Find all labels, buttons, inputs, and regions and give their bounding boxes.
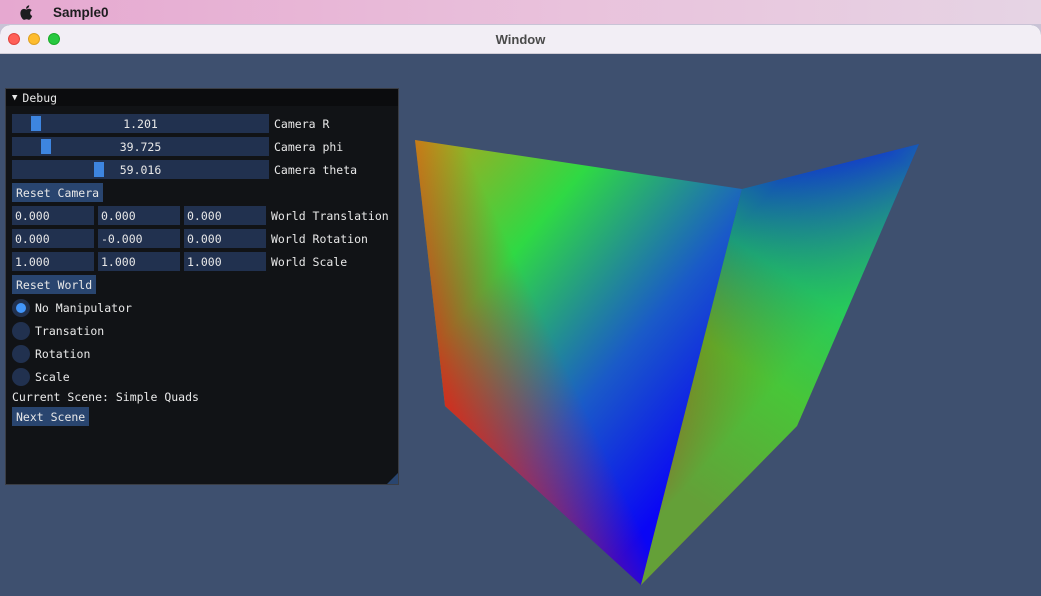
radio-label: Rotation [35, 346, 91, 361]
slider-value: 1.201 [123, 116, 158, 131]
camera-phi-slider[interactable]: 39.725 [12, 137, 269, 156]
slider-value: 59.016 [119, 162, 162, 177]
radio-button[interactable] [12, 298, 30, 317]
app-window: Window ▼ Debug 1.201 Camera R 39.725 Cam… [0, 25, 1041, 596]
world-rotation-row: 0.000 -0.000 0.000 World Rotation [12, 229, 368, 248]
collapse-triangle-icon[interactable]: ▼ [12, 93, 17, 103]
reset-world-button[interactable]: Reset World [12, 275, 97, 294]
radio-label: Scale [35, 369, 70, 384]
window-title: Window [495, 31, 546, 47]
radio-button[interactable] [12, 367, 30, 386]
translation-z-field[interactable]: 0.000 [184, 206, 266, 225]
vector-label: World Translation [271, 208, 389, 223]
window-titlebar[interactable]: Window [0, 25, 1041, 54]
camera-theta-slider[interactable]: 59.016 [12, 160, 269, 179]
scale-z-field[interactable]: 1.000 [184, 252, 266, 271]
debug-panel-title: Debug [22, 90, 58, 105]
apple-logo-icon[interactable] [19, 4, 35, 21]
scale-x-field[interactable]: 1.000 [12, 252, 94, 271]
radio-scale[interactable]: Scale [12, 367, 70, 386]
app-name-menu[interactable]: Sample0 [53, 5, 109, 20]
translation-x-field[interactable]: 0.000 [12, 206, 94, 225]
radio-no-manipulator[interactable]: No Manipulator [12, 298, 132, 317]
slider-grab[interactable] [31, 116, 41, 131]
slider-grab[interactable] [41, 139, 51, 154]
slider-label: Camera theta [274, 162, 358, 177]
reset-camera-button[interactable]: Reset Camera [12, 183, 104, 202]
world-scale-row: 1.000 1.000 1.000 World Scale [12, 252, 347, 271]
current-scene-text: Current Scene: Simple Quads [12, 389, 199, 404]
camera-r-row: 1.201 Camera R [12, 114, 329, 133]
world-translation-row: 0.000 0.000 0.000 World Translation [12, 206, 389, 225]
slider-label: Camera R [274, 116, 330, 131]
scale-y-field[interactable]: 1.000 [98, 252, 180, 271]
vector-label: World Rotation [271, 231, 368, 246]
next-scene-button[interactable]: Next Scene [12, 407, 90, 426]
slider-grab[interactable] [94, 162, 104, 177]
radio-button[interactable] [12, 344, 30, 363]
rotation-y-field[interactable]: -0.000 [98, 229, 180, 248]
render-viewport[interactable]: ▼ Debug 1.201 Camera R 39.725 Camera phi [0, 54, 1041, 596]
minimize-window-button[interactable] [28, 33, 40, 45]
radio-label: No Manipulator [35, 300, 132, 315]
resize-grip-icon[interactable] [387, 473, 398, 484]
rotation-z-field[interactable]: 0.000 [184, 229, 266, 248]
menu-bar: Sample0 [0, 0, 1041, 24]
radio-selected-dot [16, 302, 26, 313]
camera-phi-row: 39.725 Camera phi [12, 137, 343, 156]
translation-y-field[interactable]: 0.000 [98, 206, 180, 225]
vector-label: World Scale [271, 254, 348, 269]
radio-rotation[interactable]: Rotation [12, 344, 90, 363]
maximize-window-button[interactable] [48, 33, 60, 45]
radio-label: Transation [35, 323, 105, 338]
slider-label: Camera phi [274, 139, 344, 154]
rotation-x-field[interactable]: 0.000 [12, 229, 94, 248]
close-window-button[interactable] [8, 33, 20, 45]
slider-value: 39.725 [119, 139, 162, 154]
radio-translation[interactable]: Transation [12, 321, 104, 340]
debug-panel[interactable]: ▼ Debug 1.201 Camera R 39.725 Camera phi [5, 88, 399, 485]
camera-theta-row: 59.016 Camera theta [12, 160, 357, 179]
debug-panel-header[interactable]: ▼ Debug [6, 89, 398, 106]
camera-r-slider[interactable]: 1.201 [12, 114, 269, 133]
radio-button[interactable] [12, 321, 30, 340]
